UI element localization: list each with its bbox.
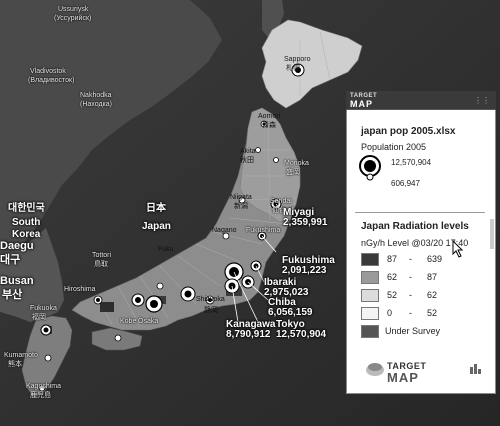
callout-fukushima: Fukushima 2,091,223 (282, 256, 335, 276)
city-label-daegu: Daegu (0, 240, 34, 252)
population-min-label: 606,947 (391, 179, 420, 188)
city-label-sapporo-jp: 札幌 (286, 65, 300, 72)
city-label-fukuoka-jp: 福岡 (32, 314, 46, 321)
city-label-sendai: Sendai (270, 198, 292, 205)
city-label-shizuoka: Shizuoka (196, 296, 225, 303)
range-swatch (361, 271, 379, 284)
callout-value: 2,359,991 (283, 217, 328, 228)
city-label-ussuriysk-ru: (Уссурийск) (54, 15, 92, 22)
range-from: 62 (387, 272, 398, 282)
country-label-korea-kr: 대한민국 (8, 203, 45, 214)
under-survey-label: Under Survey (385, 326, 441, 336)
cursor-icon (452, 240, 464, 258)
city-label-fukui: Fuku (158, 246, 174, 253)
city-label-aomori-jp: 青森 (262, 122, 276, 129)
targetmap-globe-icon (366, 363, 384, 376)
city-label-nakhodka: Nakhodka (80, 92, 112, 99)
radiation-title: Japan Radiation levels (361, 221, 469, 232)
city-label-osaka: Osaka (138, 318, 159, 325)
city-label-busan-kr: 부산 (2, 289, 23, 301)
map-view[interactable]: Ussuriysk (Уссурийск) Vladivostok (Влади… (0, 0, 500, 426)
range-from: 87 (387, 254, 398, 264)
city-label-tottori-jp: 鳥取 (94, 261, 108, 268)
country-label-korea: Korea (12, 229, 41, 240)
city-label-akita-jp: 秋田 (240, 157, 254, 164)
city-label-sapporo: Sapporo (284, 56, 311, 63)
legend-divider (355, 212, 485, 213)
city-label-kobe: Kobe (120, 318, 137, 325)
city-label-nakhodka-ru: (Находка) (80, 101, 112, 108)
callout-ibaraki: Ibaraki 2,975,023 (264, 278, 309, 298)
city-label-nagano: Nagano (212, 227, 237, 234)
callout-value: 6,056,159 (268, 307, 313, 318)
city-label-busan: Busan (0, 275, 34, 287)
under-survey-swatch (361, 325, 379, 338)
range-to: 52 (427, 308, 438, 318)
bubble-aichi (180, 286, 196, 302)
country-label-south: South (12, 217, 41, 228)
population-subtitle: Population 2005 (361, 142, 427, 152)
callout-chiba: Chiba 6,056,159 (268, 298, 313, 318)
legend-scrollbar[interactable] (490, 219, 494, 249)
callout-tokyo: Tokyo 12,570,904 (276, 320, 326, 340)
bubble-akita (255, 147, 261, 153)
range-separator: - (409, 272, 412, 282)
range-to: 87 (427, 272, 438, 282)
callout-value: 12,570,904 (276, 329, 327, 340)
city-label-kagoshima-jp: 鹿児島 (30, 392, 51, 399)
population-max-label: 12,570,904 (391, 158, 432, 167)
range-separator: - (409, 290, 412, 300)
population-size-legend-icon (359, 155, 381, 181)
callout-kanagawa: Kanagawa 8,790,912 (226, 320, 275, 340)
range-swatch (361, 253, 379, 266)
range-from: 52 (387, 290, 398, 300)
city-label-niigata: Niigata (230, 194, 252, 201)
bubble-hiroshima (93, 295, 103, 305)
city-label-fukuoka: Fukuoka (30, 305, 57, 312)
chart-icon[interactable] (469, 361, 483, 375)
city-label-hiroshima: Hiroshima (64, 286, 96, 293)
city-label-kumamoto: Kumamoto (4, 352, 38, 359)
range-swatch (361, 307, 379, 320)
range-to: 62 (427, 290, 438, 300)
bubble-kyoto (156, 282, 164, 290)
city-label-kagoshima: Kagoshima (26, 383, 62, 390)
city-label-daegu-kr: 대구 (0, 254, 21, 266)
country-label-japan: Japan (142, 221, 171, 232)
city-label-shizuoka-jp: 静岡 (204, 307, 218, 314)
city-label-morioka-jp: 盛岡 (286, 169, 300, 176)
city-label-vladivostok-ru: (Владивосток) (28, 77, 75, 84)
city-label-vladivostok: Vladivostok (30, 68, 66, 75)
callout-value: 8,790,912 (226, 329, 271, 340)
header-brand-bottom: MAP (350, 99, 373, 109)
footer-brand-bottom: MAP (387, 370, 419, 385)
range-separator: - (409, 254, 412, 264)
range-to: 639 (427, 254, 443, 264)
city-label-akita: Akita (240, 148, 256, 155)
callout-value: 2,091,223 (282, 265, 327, 276)
panel-header[interactable]: TARGET MAP ⋮⋮ (346, 91, 496, 110)
bubble-fukuoka (40, 324, 52, 336)
range-separator: - (409, 308, 412, 318)
bubble-osaka (145, 295, 163, 313)
bubble-shikoku (114, 334, 122, 342)
city-label-ussuriysk: Ussuriysk (58, 6, 89, 13)
panel-grip-icon[interactable]: ⋮⋮ (474, 96, 490, 105)
dataset-title: japan pop 2005.xlsx (361, 126, 456, 137)
city-label-kumamoto-jp: 熊本 (8, 361, 22, 368)
legend-panel: japan pop 2005.xlsx Population 2005 12,5… (346, 92, 496, 394)
bubble-kumamoto (44, 354, 52, 362)
bubble-morioka (273, 157, 279, 163)
range-swatch (361, 289, 379, 302)
city-label-fukushima-city: Fukushima (246, 227, 281, 234)
city-label-niigata-jp: 新潟 (234, 203, 248, 210)
callout-miyagi: Miyagi 2,359,991 (283, 208, 328, 228)
city-label-tottori: Tottori (92, 252, 112, 259)
range-from: 0 (387, 308, 393, 318)
bubble-hyogo (131, 293, 145, 307)
city-label-aomori: Aomori (258, 113, 281, 120)
city-label-morioka: Morioka (284, 160, 309, 167)
country-label-japan-jp: 日本 (146, 203, 166, 214)
